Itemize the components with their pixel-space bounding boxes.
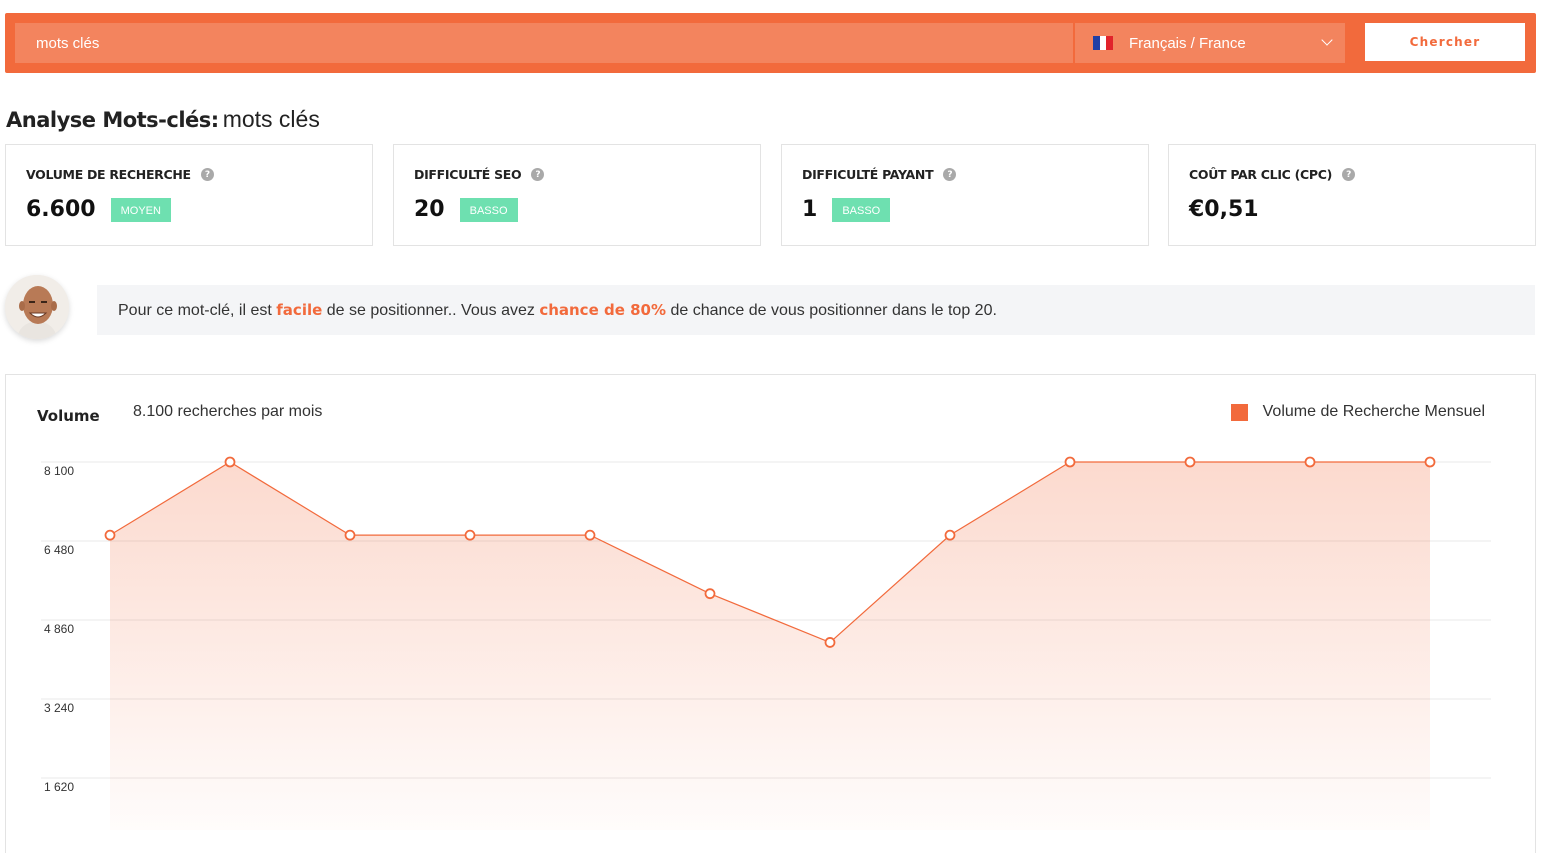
data-point: [104, 529, 116, 541]
tip-text: de chance de vous positionner dans le to…: [666, 301, 997, 319]
y-tick-label: 8 100: [44, 464, 74, 478]
chart-panel: Volume 8.100 recherches par mois Volume …: [5, 374, 1536, 853]
help-icon[interactable]: ?: [531, 168, 545, 181]
volume-chart: 8 100 6 480 4 860 3 240 1 620: [41, 456, 1491, 830]
tip-text: Pour ce mot-clé, il est: [118, 301, 277, 319]
status-badge: MOYEN: [110, 197, 171, 222]
status-badge: BASSO: [459, 197, 518, 222]
tip-highlight-chance: chance de 80%: [539, 300, 667, 319]
search-button[interactable]: Chercher: [1365, 23, 1525, 61]
help-icon[interactable]: ?: [200, 168, 214, 181]
data-point: [584, 529, 596, 541]
language-select[interactable]: Français / France: [1075, 23, 1345, 63]
data-point: [1304, 456, 1316, 468]
search-input[interactable]: [15, 23, 1073, 63]
search-bar: Français / France Chercher: [5, 13, 1536, 73]
tip-message: Pour ce mot-clé, il est facile de se pos…: [97, 285, 1535, 335]
person-avatar-icon: [5, 275, 69, 339]
metric-card-search-volume: VOLUME DE RECHERCHE? 6.600 MOYEN: [5, 144, 373, 246]
metric-value: €0,51: [1189, 197, 1259, 222]
avatar: [5, 275, 69, 339]
data-point: [1184, 456, 1196, 468]
data-point: [944, 529, 956, 541]
metric-label: DIFFICULTÉ PAYANT: [802, 167, 934, 182]
metric-card-seo-difficulty: DIFFICULTÉ SEO? 20 BASSO: [393, 144, 761, 246]
series-area: [110, 462, 1430, 830]
data-point: [824, 637, 836, 648]
metric-value: 6.600: [26, 197, 96, 222]
page-title-label: Analyse Mots-clés:: [6, 108, 219, 132]
status-badge: BASSO: [832, 197, 891, 222]
metric-label: DIFFICULTÉ SEO: [414, 167, 522, 182]
data-point: [224, 456, 236, 468]
metric-card-cpc: COÛT PAR CLIC (CPC)? €0,51: [1168, 144, 1536, 246]
data-point: [344, 529, 356, 541]
y-tick-label: 3 240: [44, 701, 74, 715]
help-icon[interactable]: ?: [1342, 168, 1356, 181]
metric-label: VOLUME DE RECHERCHE: [26, 167, 191, 182]
data-point: [1424, 456, 1436, 468]
data-point: [704, 588, 716, 600]
metric-value: 1: [802, 197, 818, 222]
page-title: Analyse Mots-clés: mots clés: [6, 106, 320, 133]
y-tick-label: 1 620: [44, 780, 74, 794]
metric-value: 20: [414, 197, 445, 222]
data-point: [464, 529, 476, 541]
france-flag-icon: [1093, 36, 1114, 50]
metric-card-paid-difficulty: DIFFICULTÉ PAYANT? 1 BASSO: [781, 144, 1149, 246]
chevron-down-icon: [1321, 34, 1333, 46]
help-icon[interactable]: ?: [943, 168, 957, 181]
tip-text: de se positionner.. Vous avez: [322, 301, 540, 319]
y-tick-label: 6 480: [44, 543, 74, 557]
tip-highlight-easy: facile: [276, 300, 323, 319]
data-point: [1064, 456, 1076, 468]
metric-label: COÛT PAR CLIC (CPC): [1189, 167, 1333, 182]
page-title-keyword: mots clés: [222, 106, 320, 132]
language-label: Français / France: [1129, 34, 1246, 52]
y-tick-label: 4 860: [44, 622, 74, 636]
